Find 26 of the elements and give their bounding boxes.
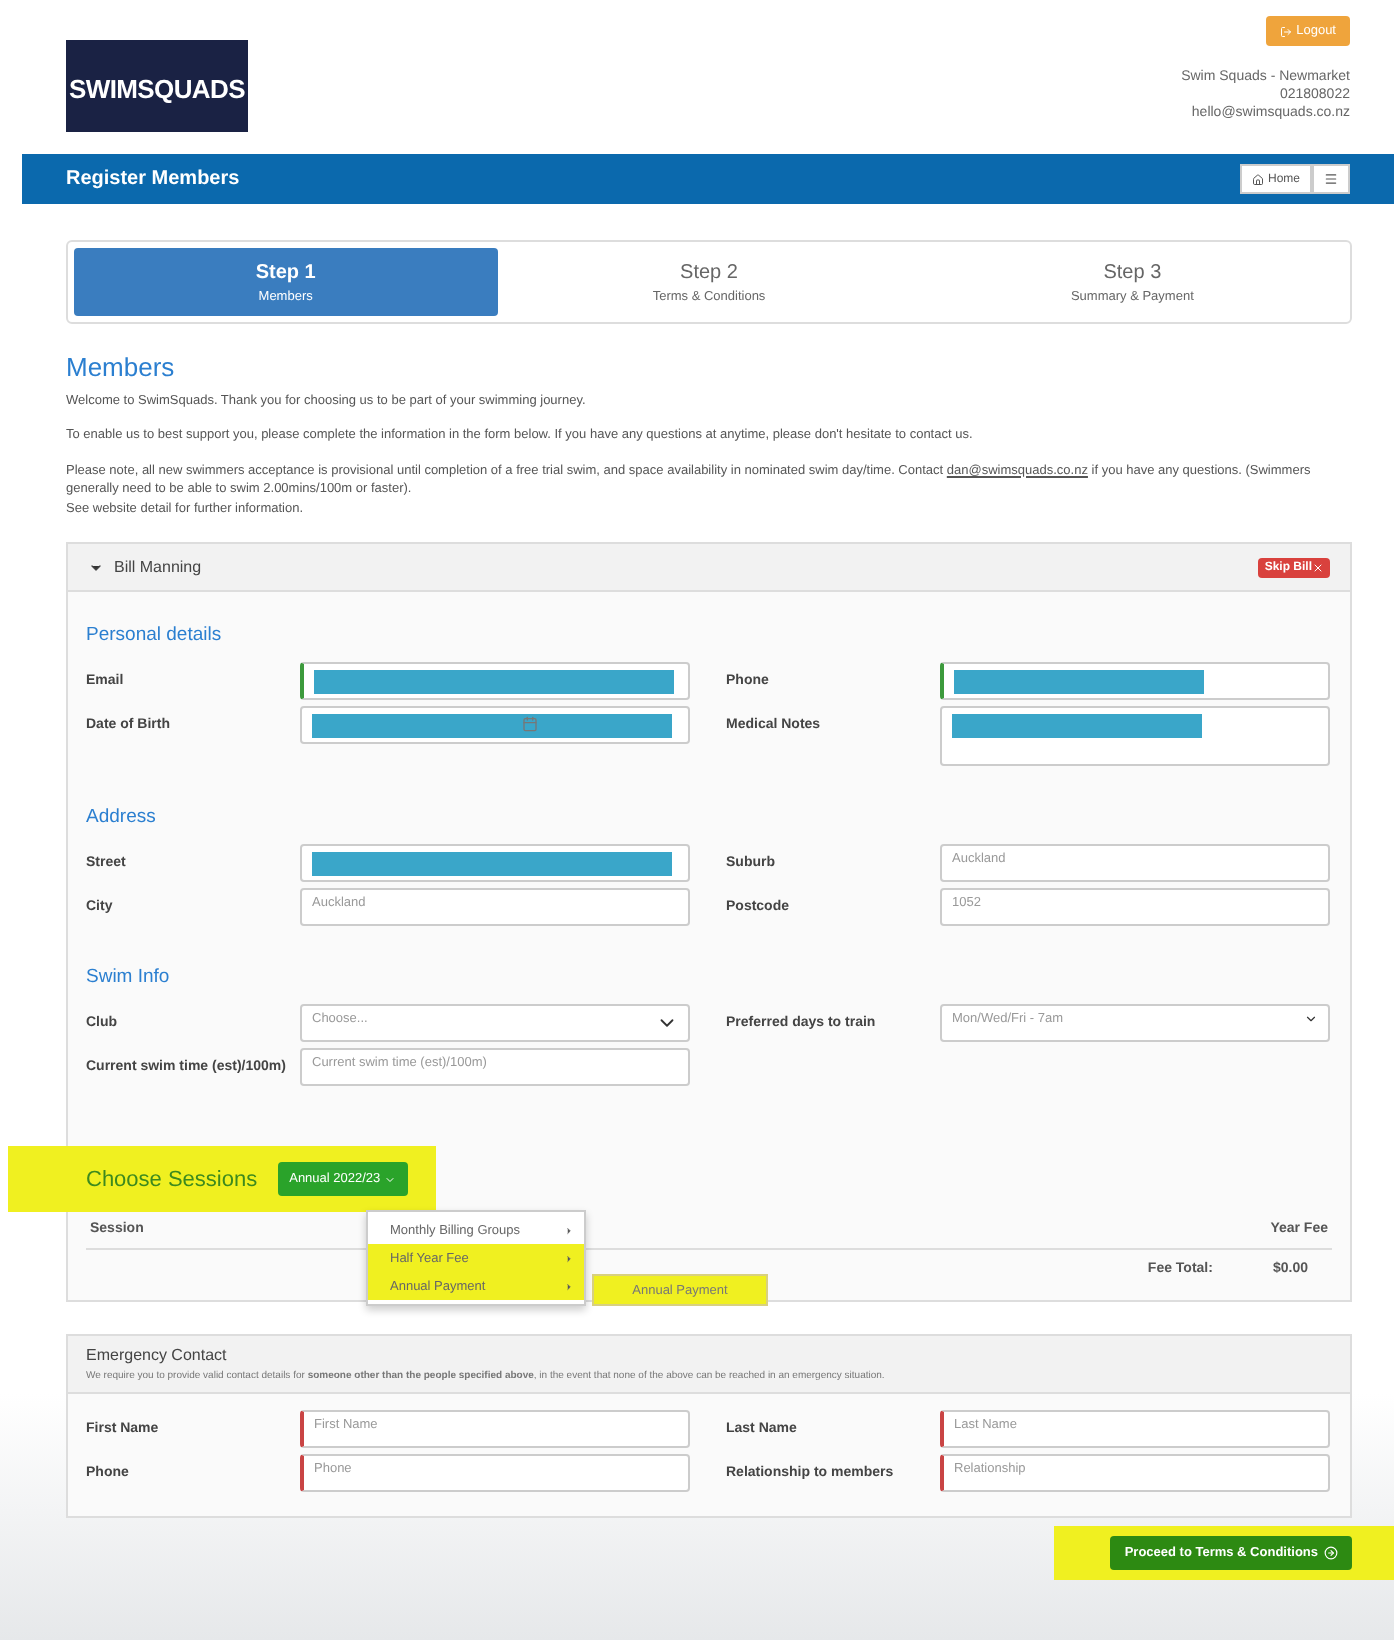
page-title: Register Members [66,168,240,190]
member-toggle[interactable]: Bill Manning [88,558,202,577]
menu-button[interactable] [1312,164,1350,194]
section-title: Address [86,806,158,829]
section-title: Choose Sessions [86,1167,258,1192]
close-icon [1312,561,1324,574]
input-field[interactable] [300,662,690,701]
section-title: Swim Info [86,966,172,989]
section-title: Personal details [86,624,224,647]
section-heading: Members [66,352,177,382]
panel-title: Emergency Contact [86,1346,229,1365]
input-field[interactable] [300,844,690,883]
arrow-circle-icon [1324,1546,1338,1561]
calendar-icon [522,716,538,733]
caret-icon [564,1225,574,1236]
textarea-field[interactable] [940,706,1330,767]
logout-icon [1280,25,1293,37]
date-field[interactable] [300,706,690,745]
caret-icon [564,1281,574,1292]
caret-icon [564,1253,574,1264]
input-field[interactable] [940,662,1330,701]
caret-icon [384,1173,397,1186]
caret-icon [1304,1012,1318,1027]
menu-icon [1324,172,1338,186]
logo: SWIMSQUADS [66,40,248,132]
home-icon [1251,173,1264,185]
